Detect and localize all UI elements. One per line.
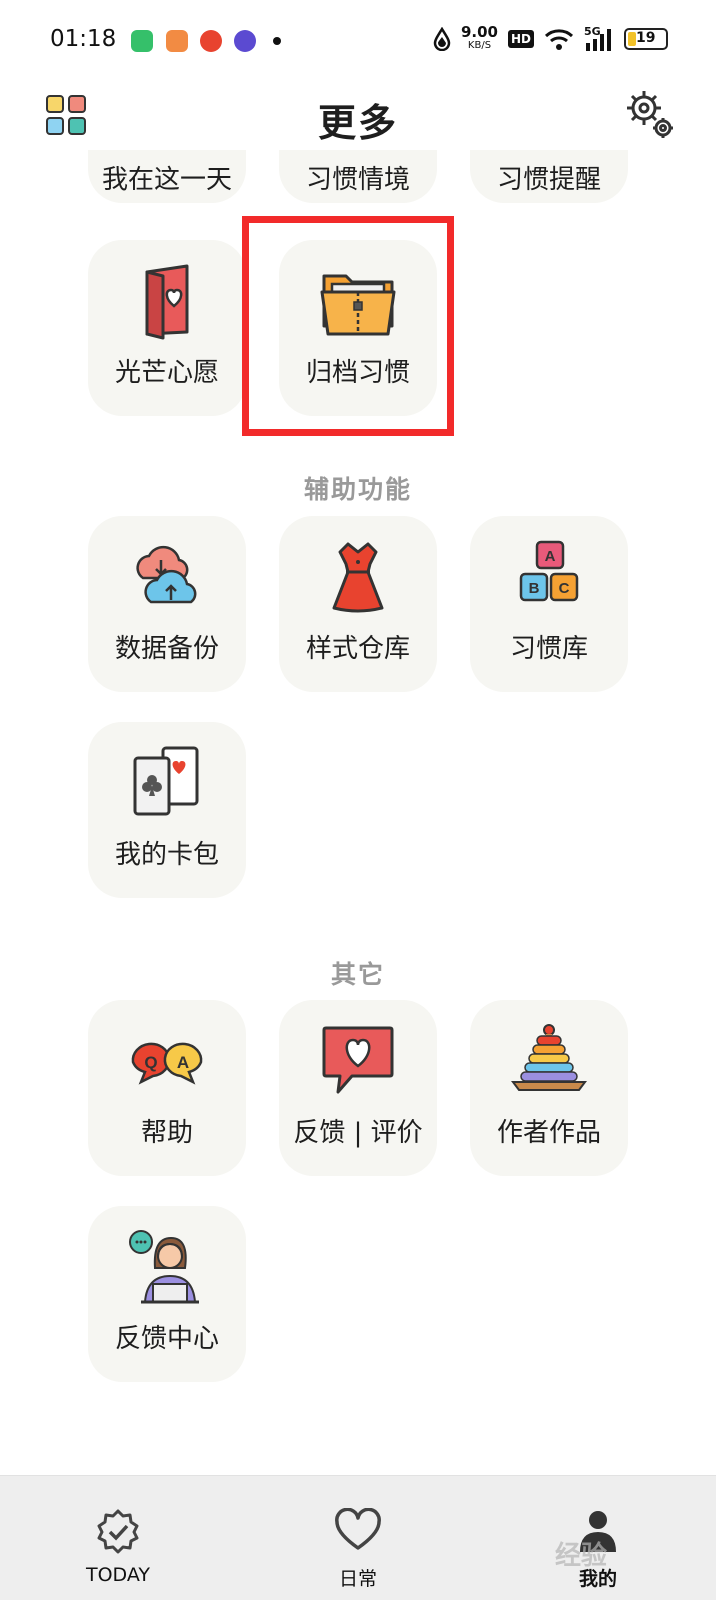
tile-label: 我在这一天 bbox=[101, 165, 232, 195]
header: 更多 bbox=[0, 80, 716, 160]
signal-indicator: 5G bbox=[584, 25, 614, 51]
abc-blocks-icon: A B C bbox=[519, 540, 579, 602]
section-title-aux: 辅助功能 bbox=[303, 475, 412, 504]
tile-label: 作者作品 bbox=[496, 1118, 601, 1148]
dress-icon bbox=[332, 542, 384, 613]
tile-help[interactable]: Q A 帮助 bbox=[88, 1000, 246, 1176]
cards-icon bbox=[133, 746, 199, 816]
svg-text:C: C bbox=[559, 580, 570, 597]
tile-label: 数据备份 bbox=[114, 634, 219, 664]
wish-card-icon bbox=[145, 264, 189, 340]
tile-data-backup[interactable]: 数据备份 bbox=[88, 516, 246, 692]
support-agent-icon bbox=[129, 1230, 199, 1304]
gear-icon[interactable] bbox=[624, 88, 676, 140]
tile-my-day[interactable]: 我在这一天 bbox=[88, 150, 246, 203]
tile-label: 习惯情境 bbox=[305, 165, 410, 195]
net-speed-unit: KB/S bbox=[467, 40, 492, 51]
nav-daily[interactable]: 日常 bbox=[278, 1476, 438, 1600]
watermark: 经验 bbox=[555, 1541, 608, 1571]
tile-habit-reminder[interactable]: 习惯提醒 bbox=[470, 150, 628, 203]
hd-badge: HD bbox=[507, 30, 534, 48]
more-notifications-icon bbox=[273, 37, 281, 45]
status-bar: 01:18 9.00 KB/S HD 5G 19 bbox=[0, 0, 716, 80]
svg-text:Q: Q bbox=[144, 1053, 157, 1072]
battery-fill bbox=[628, 32, 636, 46]
status-time: 01:18 bbox=[50, 26, 117, 52]
tile-style-store[interactable]: 样式仓库 bbox=[279, 516, 437, 692]
tile-label: 我的卡包 bbox=[114, 840, 219, 870]
status-indicators: 9.00 KB/S HD 5G 19 bbox=[433, 23, 668, 52]
battery-level: 19 bbox=[636, 30, 656, 46]
svg-text:B: B bbox=[529, 580, 540, 597]
heart-outline-icon bbox=[335, 1508, 381, 1550]
nav-today[interactable]: TODAY bbox=[38, 1476, 198, 1600]
section-title-other: 其它 bbox=[330, 960, 385, 989]
circle-app-icon bbox=[234, 30, 256, 52]
page-title: 更多 bbox=[317, 101, 398, 145]
tile-label: 帮助 bbox=[140, 1118, 193, 1148]
heart-chat-icon bbox=[322, 1026, 394, 1094]
tile-feedback-center[interactable]: 反馈中心 bbox=[88, 1206, 246, 1382]
shield-app-icon bbox=[131, 30, 153, 52]
wifi-icon bbox=[544, 29, 574, 50]
tile-label: 反馈中心 bbox=[114, 1324, 219, 1354]
svg-text:A: A bbox=[545, 548, 556, 565]
tile-my-cards[interactable]: 我的卡包 bbox=[88, 722, 246, 898]
ring-stack-icon bbox=[511, 1024, 587, 1091]
signal-bars-icon bbox=[586, 29, 611, 51]
tile-habit-library[interactable]: A B C 习惯库 bbox=[470, 516, 628, 692]
battery-icon: 19 bbox=[624, 28, 668, 50]
nav-label: TODAY bbox=[86, 1564, 150, 1586]
content-scroll-area[interactable]: 我在这一天 习惯情境 习惯提醒 光芒心愿 归档习惯 辅助功能 数据备份 样式仓库… bbox=[0, 150, 716, 1475]
highlight-annotation bbox=[242, 216, 454, 436]
data-saver-icon bbox=[433, 27, 451, 51]
tile-author-works[interactable]: 作者作品 bbox=[470, 1000, 628, 1176]
tile-label: 样式仓库 bbox=[305, 634, 410, 664]
game-app-icon bbox=[166, 30, 188, 52]
qa-bubbles-icon: Q A bbox=[131, 1042, 203, 1085]
cloud-backup-icon bbox=[136, 545, 197, 604]
tile-label: 习惯库 bbox=[509, 634, 588, 664]
tile-feedback-rate[interactable]: 反馈 | 评价 bbox=[279, 1000, 437, 1176]
net-speed: 9.00 KB/S bbox=[460, 23, 498, 52]
tile-label: 光芒心愿 bbox=[114, 358, 219, 388]
bottom-nav-bar: TODAY 日常 我的 bbox=[0, 1475, 716, 1600]
svg-text:A: A bbox=[177, 1053, 189, 1072]
nav-label: 日常 bbox=[338, 1568, 377, 1590]
tile-wish[interactable]: 光芒心愿 bbox=[88, 240, 246, 416]
ball-app-icon bbox=[200, 30, 222, 52]
tile-habit-context[interactable]: 习惯情境 bbox=[279, 150, 437, 203]
badge-check-icon bbox=[97, 1509, 139, 1554]
net-speed-value: 9.00 bbox=[460, 23, 498, 41]
tile-label: 习惯提醒 bbox=[496, 165, 601, 195]
tile-label: 反馈 | 评价 bbox=[293, 1118, 423, 1148]
